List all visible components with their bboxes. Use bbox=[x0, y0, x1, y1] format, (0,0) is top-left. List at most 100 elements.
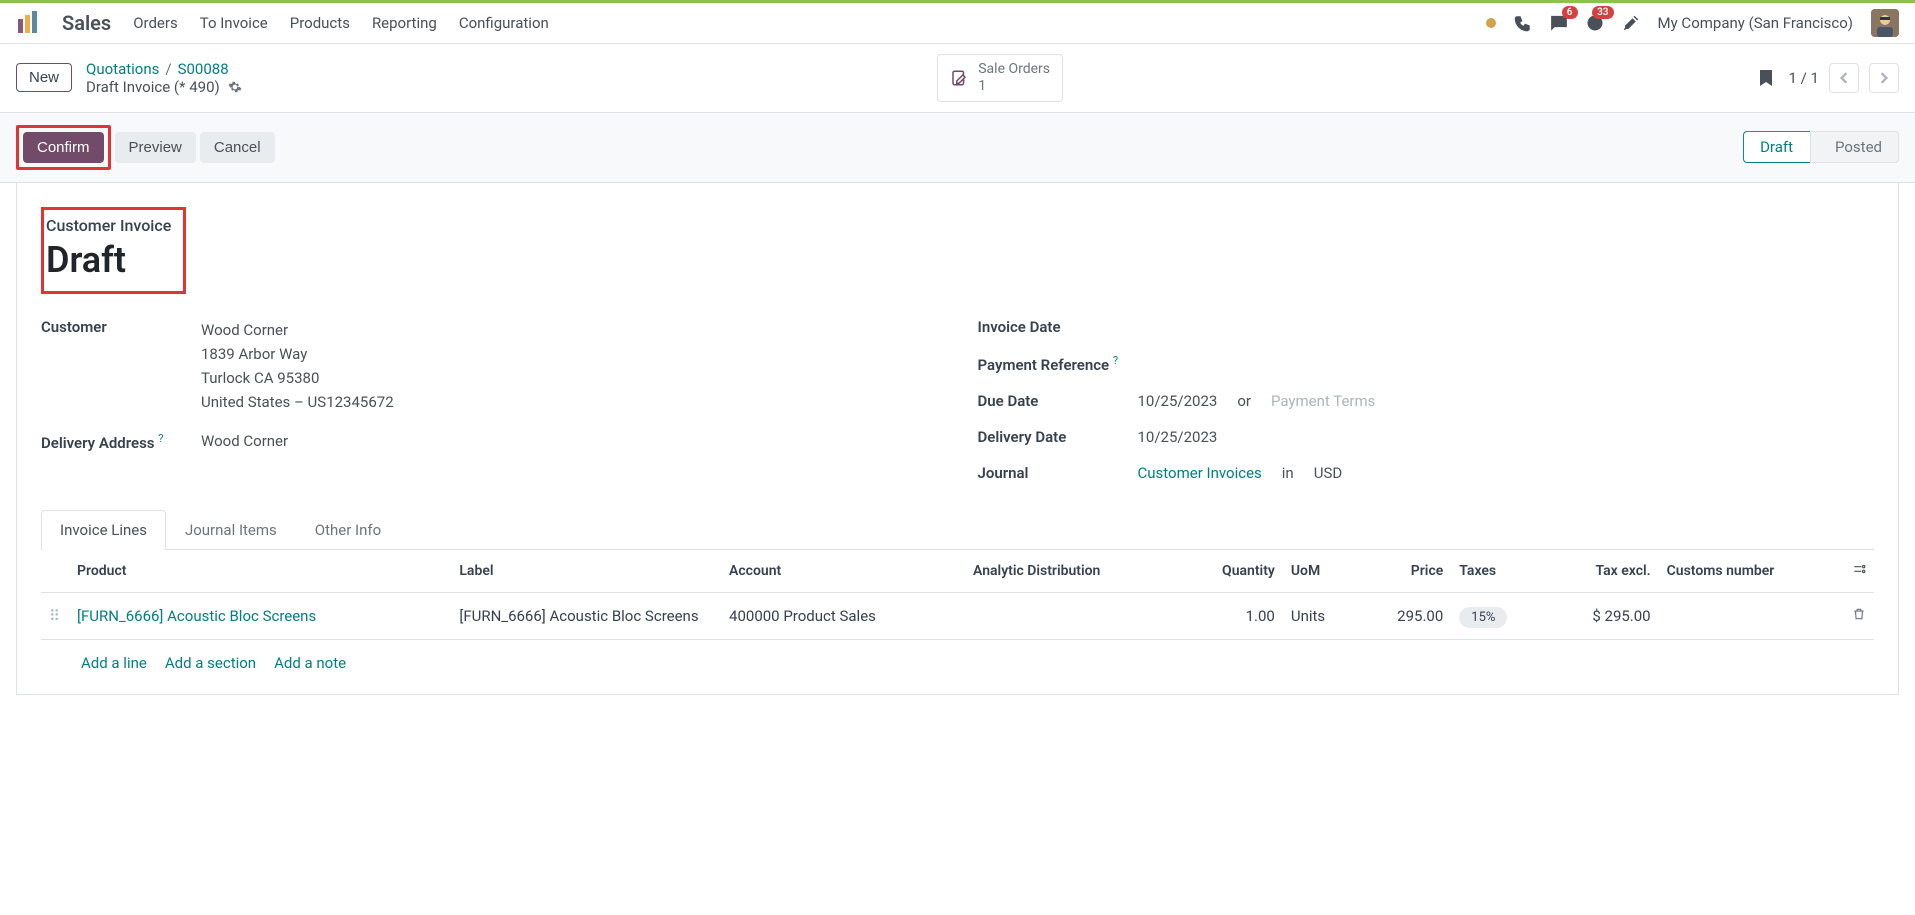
top-navbar: Sales Orders To Invoice Products Reporti… bbox=[0, 0, 1915, 44]
nav-configuration[interactable]: Configuration bbox=[459, 14, 549, 32]
customer-addr3: United States – US12345672 bbox=[201, 390, 938, 414]
drag-handle-icon[interactable]: ⠿ bbox=[41, 592, 69, 639]
th-quantity: Quantity bbox=[1180, 550, 1283, 593]
title-label: Customer Invoice bbox=[46, 216, 171, 235]
form-sheet: Customer Invoice Draft Customer Wood Cor… bbox=[16, 183, 1899, 695]
highlight-title: Customer Invoice Draft bbox=[41, 207, 186, 294]
breadcrumb-current: Draft Invoice (* 490) bbox=[86, 78, 220, 96]
status-dot-icon[interactable] bbox=[1486, 18, 1496, 28]
cell-price[interactable]: 295.00 bbox=[1358, 592, 1451, 639]
help-icon[interactable]: ? bbox=[158, 432, 163, 445]
cell-customs[interactable] bbox=[1659, 592, 1844, 639]
action-bar: Confirm Preview Cancel Draft Posted bbox=[0, 112, 1915, 183]
stat-label: Sale Orders bbox=[978, 61, 1050, 78]
table-row[interactable]: ⠿ [FURN_6666] Acoustic Bloc Screens [FUR… bbox=[41, 592, 1874, 639]
navbar-left: Sales Orders To Invoice Products Reporti… bbox=[16, 11, 549, 35]
value-delivery-date[interactable]: 10/25/2023 bbox=[1138, 428, 1875, 446]
company-selector[interactable]: My Company (San Francisco) bbox=[1658, 14, 1853, 32]
nav-products[interactable]: Products bbox=[290, 14, 350, 32]
stat-count: 1 bbox=[978, 78, 1050, 95]
cell-product[interactable]: [FURN_6666] Acoustic Bloc Screens bbox=[69, 592, 451, 639]
th-tax-excl: Tax excl. bbox=[1547, 550, 1658, 593]
tab-invoice-lines[interactable]: Invoice Lines bbox=[41, 510, 166, 550]
label-due-date: Due Date bbox=[978, 392, 1138, 410]
label-delivery-date: Delivery Date bbox=[978, 428, 1138, 446]
activities-icon[interactable]: 33 bbox=[1586, 14, 1604, 32]
breadcrumb-order-ref[interactable]: S00088 bbox=[178, 60, 229, 78]
value-currency[interactable]: USD bbox=[1314, 464, 1342, 482]
cell-taxes[interactable]: 15% bbox=[1451, 592, 1547, 639]
pager-next-button[interactable] bbox=[1869, 63, 1899, 93]
nav-to-invoice[interactable]: To Invoice bbox=[200, 14, 268, 32]
messages-icon[interactable]: 6 bbox=[1550, 14, 1568, 32]
add-line-link[interactable]: Add a line bbox=[81, 654, 147, 672]
edit-icon bbox=[950, 69, 968, 87]
th-label: Label bbox=[451, 550, 721, 593]
add-note-link[interactable]: Add a note bbox=[274, 654, 346, 672]
highlight-confirm: Confirm bbox=[16, 125, 111, 170]
messages-badge: 6 bbox=[1562, 6, 1578, 19]
tools-icon[interactable] bbox=[1622, 14, 1640, 32]
th-price: Price bbox=[1358, 550, 1451, 593]
column-options-icon[interactable] bbox=[1844, 550, 1874, 593]
label-journal: Journal bbox=[978, 464, 1138, 482]
add-section-link[interactable]: Add a section bbox=[165, 654, 256, 672]
label-delivery-address: Delivery Address ? bbox=[41, 432, 201, 452]
customer-name: Wood Corner bbox=[201, 318, 938, 342]
sale-orders-stat[interactable]: Sale Orders 1 bbox=[937, 54, 1063, 102]
cell-label[interactable]: [FURN_6666] Acoustic Bloc Screens bbox=[451, 592, 721, 639]
phone-icon[interactable] bbox=[1514, 14, 1532, 32]
value-payment-terms[interactable]: Payment Terms bbox=[1271, 392, 1375, 410]
th-analytic: Analytic Distribution bbox=[965, 550, 1180, 593]
title-value: Draft bbox=[46, 239, 171, 281]
navbar-right: 6 33 My Company (San Francisco) bbox=[1486, 9, 1899, 37]
gear-icon[interactable] bbox=[228, 80, 242, 94]
new-button[interactable]: New bbox=[16, 63, 72, 92]
value-delivery-address[interactable]: Wood Corner bbox=[201, 432, 938, 450]
invoice-lines-table: Product Label Account Analytic Distribut… bbox=[41, 550, 1874, 686]
customer-addr2: Turlock CA 95380 bbox=[201, 366, 938, 390]
tab-journal-items[interactable]: Journal Items bbox=[166, 510, 296, 549]
app-logo-icon[interactable] bbox=[16, 11, 40, 35]
app-name[interactable]: Sales bbox=[62, 11, 111, 35]
cancel-button[interactable]: Cancel bbox=[200, 132, 275, 163]
status-posted[interactable]: Posted bbox=[1810, 131, 1899, 163]
pager-text: 1 / 1 bbox=[1789, 69, 1820, 87]
breadcrumb-quotations[interactable]: Quotations bbox=[86, 60, 159, 78]
breadcrumb-bar: New Quotations / S00088 Draft Invoice (*… bbox=[0, 44, 1915, 112]
label-invoice-date: Invoice Date bbox=[978, 318, 1138, 336]
th-uom: UoM bbox=[1283, 550, 1358, 593]
th-account: Account bbox=[721, 550, 965, 593]
th-product: Product bbox=[69, 550, 451, 593]
cell-tax-excl[interactable]: $ 295.00 bbox=[1547, 592, 1658, 639]
value-journal[interactable]: Customer Invoices bbox=[1138, 464, 1262, 482]
pager-prev-button[interactable] bbox=[1829, 63, 1859, 93]
status-bar: Draft Posted bbox=[1743, 131, 1899, 163]
cell-account[interactable]: 400000 Product Sales bbox=[721, 592, 965, 639]
th-taxes: Taxes bbox=[1451, 550, 1547, 593]
preview-button[interactable]: Preview bbox=[115, 132, 196, 163]
value-customer[interactable]: Wood Corner 1839 Arbor Way Turlock CA 95… bbox=[201, 318, 938, 414]
th-customs: Customs number bbox=[1659, 550, 1844, 593]
activities-badge: 33 bbox=[1592, 6, 1613, 19]
customer-addr1: 1839 Arbor Way bbox=[201, 342, 938, 366]
value-due-date[interactable]: 10/25/2023 bbox=[1138, 392, 1218, 410]
confirm-button[interactable]: Confirm bbox=[23, 132, 104, 163]
text-in: in bbox=[1282, 464, 1294, 482]
cell-uom[interactable]: Units bbox=[1283, 592, 1358, 639]
delete-row-icon[interactable] bbox=[1844, 592, 1874, 639]
help-icon[interactable]: ? bbox=[1113, 354, 1118, 367]
label-payment-reference: Payment Reference ? bbox=[978, 354, 1138, 374]
nav-orders[interactable]: Orders bbox=[133, 14, 178, 32]
tax-pill[interactable]: 15% bbox=[1459, 607, 1507, 628]
notebook-tabs: Invoice Lines Journal Items Other Info bbox=[41, 510, 1874, 550]
label-customer: Customer bbox=[41, 318, 201, 336]
cell-analytic[interactable] bbox=[965, 592, 1180, 639]
text-or: or bbox=[1237, 392, 1251, 410]
bookmark-icon[interactable] bbox=[1759, 69, 1773, 87]
nav-reporting[interactable]: Reporting bbox=[372, 14, 437, 32]
status-draft[interactable]: Draft bbox=[1743, 131, 1820, 163]
user-avatar[interactable] bbox=[1871, 9, 1899, 37]
tab-other-info[interactable]: Other Info bbox=[296, 510, 400, 549]
cell-quantity[interactable]: 1.00 bbox=[1180, 592, 1283, 639]
